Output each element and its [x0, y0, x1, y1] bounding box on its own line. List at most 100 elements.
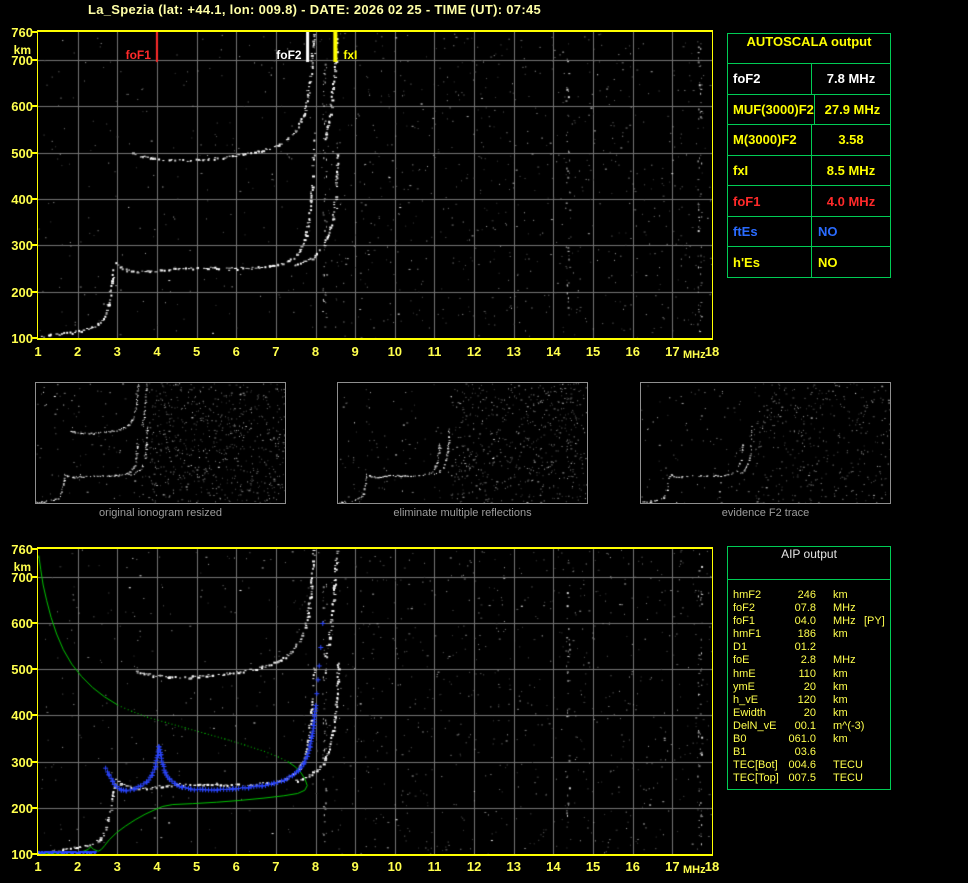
param-value: 27.9 MHz [824, 101, 881, 117]
y-axis-label: 300 [11, 238, 33, 254]
aip-value: 007.5 [788, 772, 816, 785]
aip-unit: MHz [833, 615, 856, 628]
x-axis-label: 3 [113, 859, 121, 874]
y-axis-label: 760 [11, 25, 33, 40]
aip-name: DelN_vE [733, 719, 777, 732]
aip-name: hmF1 [733, 628, 762, 641]
aip-value: 120 [797, 693, 816, 706]
aip-value: 2.8 [800, 654, 816, 667]
aip-name: ymE [733, 680, 755, 693]
x-axis-label: 8 [311, 859, 320, 874]
aip-row-D1: D1 01.2 [733, 641, 890, 654]
x-axis-label: 4 [153, 859, 161, 874]
param-label: M(3000)F2 [728, 125, 812, 155]
aip-output-panel: AIP output hmF2 246 km foF2 07.8 MHz foF1 04.0 M… [727, 546, 891, 790]
aip-unit: MHz [833, 602, 856, 615]
param-label: MUF(3000)F2 [728, 94, 815, 125]
aip-value: 20 [803, 680, 816, 693]
aip-unit: MHz [833, 654, 856, 667]
aip-name: Ewidth [733, 706, 767, 719]
aip-name: B1 [733, 746, 747, 759]
y-axis-tick [31, 105, 37, 108]
aip-unit: km [833, 667, 848, 680]
param-value: 4.0 MHz [826, 193, 876, 209]
aip-row-ymE: ymE 20 km [733, 681, 890, 694]
x-axis-unit: MHz [683, 349, 706, 361]
y-axis-tick [31, 621, 37, 624]
thumbnail-caption-original: original ionogram resized [99, 507, 222, 519]
aip-unit [833, 746, 864, 759]
aip-name: TEC[Bot] [733, 759, 778, 772]
param-label: foF2 [728, 64, 812, 94]
aip-name: foF1 [733, 615, 756, 628]
aip-unit: km [833, 733, 848, 746]
aip-value: 246 [797, 589, 816, 601]
autoscala-row-MUF(3000)F2: MUF(3000)F2 27.9 MHz [728, 94, 890, 126]
aip-unit: km [833, 706, 848, 719]
y-axis-label: 300 [11, 754, 33, 770]
x-axis-label: 6 [232, 344, 240, 359]
y-axis-unit: km [13, 560, 31, 574]
main-ionogram-plot: foF1 foF2 fxI [37, 30, 713, 340]
x-axis-label: 5 [192, 859, 201, 874]
x-axis-label: 11 [427, 859, 442, 874]
y-axis-tick [31, 244, 37, 247]
aip-value: 03.6 [794, 746, 816, 759]
thumbnail-eliminate-canvas [338, 383, 587, 503]
thumbnail-evidence-f2 [640, 382, 891, 504]
aip-value: 01.2 [794, 641, 816, 654]
autoscala-header: AUTOSCALA output [728, 34, 890, 64]
x-axis-label: 16 [625, 859, 640, 874]
y-axis-label: 400 [11, 191, 33, 207]
x-axis-label: 12 [466, 344, 482, 359]
x-axis-label: 12 [466, 859, 482, 874]
aip-row-foF2: foF2 07.8 MHz [733, 602, 890, 615]
aip-unit: TECU [833, 772, 863, 785]
y-axis-unit: km [13, 43, 31, 57]
thumbnail-eliminate-reflections [337, 382, 588, 504]
autoscala-window: { "title": "La_Spezia (lat: +44.1, lon: … [0, 0, 968, 883]
aip-value: 20 [803, 706, 816, 719]
aip-unit: km [833, 589, 848, 601]
y-axis-tick [31, 31, 37, 33]
aip-unit: km [833, 680, 848, 693]
param-value: 7.8 MHz [826, 71, 876, 87]
aip-value: 110 [798, 667, 816, 680]
marker-label-foF2: foF2 [276, 48, 302, 62]
x-axis-label: 9 [351, 859, 359, 874]
aip-value: 061.0 [788, 733, 816, 746]
y-axis-label: 600 [11, 99, 33, 115]
aip-row-foF1: foF1 04.0 MHz [PY] [733, 615, 890, 628]
aip-name: B0 [733, 733, 747, 746]
param-label: h'Es [728, 247, 812, 278]
x-axis-label: 17 [665, 859, 680, 874]
y-axis-tick [31, 197, 37, 200]
param-value: NO [818, 254, 838, 270]
aip-row-TEC[Top]: TEC[Top] 007.5 TECU [733, 772, 890, 785]
y-axis-label: 500 [11, 662, 33, 678]
y-axis-tick [31, 548, 37, 550]
aip-row-h_vE: h_vE 120 km [733, 694, 890, 707]
x-axis-label: 16 [625, 344, 640, 359]
y-axis-label: 200 [11, 800, 33, 816]
x-axis-label: 15 [585, 344, 601, 359]
x-axis-label: 11 [427, 344, 442, 359]
aip-name: TEC[Top] [733, 772, 779, 785]
aip-value: 186 [797, 628, 816, 641]
autoscala-row-M(3000)F2: M(3000)F2 3.58 [728, 125, 890, 156]
x-axis-label: 15 [585, 859, 601, 874]
aip-row-hmE: hmE 110 km [733, 668, 890, 681]
aip-value: 04.0 [794, 615, 816, 628]
y-axis-tick [31, 714, 37, 717]
main-ionogram-canvas [38, 32, 712, 338]
y-axis-tick [31, 806, 37, 809]
thumbnail-evidence-canvas [641, 383, 890, 503]
x-axis-label: 1 [34, 859, 42, 874]
aip-value: 00.1 [794, 719, 816, 732]
aip-name: hmE [733, 667, 756, 680]
aip-name: h_vE [733, 693, 759, 706]
y-axis-label: 200 [11, 284, 33, 300]
aip-value: 004.6 [788, 759, 816, 772]
aip-name: foE [733, 654, 750, 667]
profile-ionogram-plot [37, 547, 713, 856]
